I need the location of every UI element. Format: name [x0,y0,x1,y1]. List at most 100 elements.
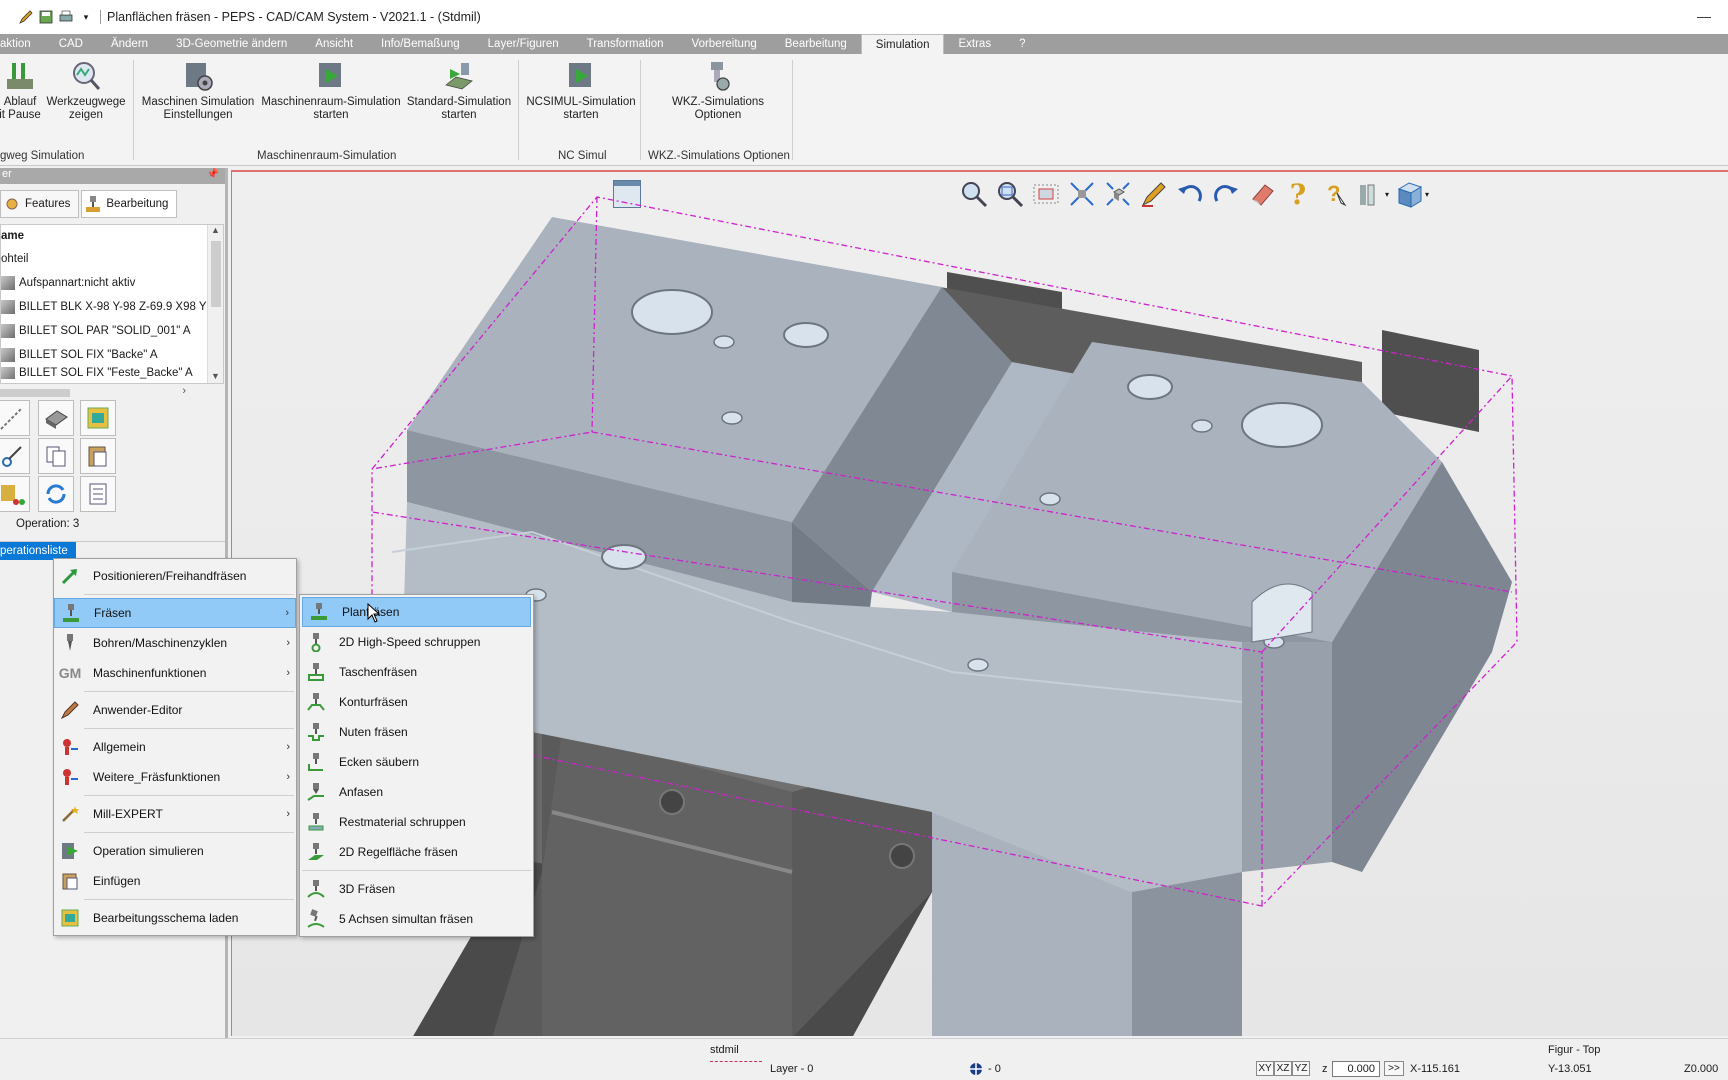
tree-row[interactable]: ohteil [1,247,223,271]
menu-item-einfuegen[interactable]: Einfügen [54,866,296,896]
tree-row[interactable]: BILLET SOL FIX "Feste_Backe" A [1,367,223,379]
submenu-item-konturfraesen[interactable]: Konturfräsen [300,687,533,717]
minimize-button[interactable]: — [1694,6,1714,26]
submenu-item-5-achsen[interactable]: 5 Achsen simultan fräsen [300,904,533,934]
menu-item-label: Einfügen [93,874,141,888]
menu-separator [302,870,531,871]
tab-extras[interactable]: Extras [944,34,1005,54]
menu-item-fraesen[interactable]: Fräsen › [54,598,296,628]
menu-item-operation-simulieren[interactable]: Operation simulieren [54,836,296,866]
tab-bearbeitung-panel[interactable]: Bearbeitung [81,190,178,218]
tree-row-label: BILLET SOL PAR "SOLID_001" A [19,325,191,337]
tab-transformation[interactable]: Transformation [573,34,678,54]
submenu-item-2d-high-speed[interactable]: 2D High-Speed schruppen [300,627,533,657]
load-schema-icon[interactable] [80,400,116,436]
submenu-item-3d-fraesen[interactable]: 3D Fräsen [300,874,533,904]
pause-path-icon [2,58,38,94]
layer-indicator[interactable]: Layer - 0 [770,1063,813,1075]
tab-ansicht[interactable]: Ansicht [301,34,367,54]
tab-bearbeitung[interactable]: Bearbeitung [771,34,861,54]
ribbon-separator [792,60,793,160]
general-function-icon [59,736,81,758]
scroll-down-icon[interactable]: ▼ [211,371,220,381]
copy-icon[interactable] [38,438,74,474]
machine-settings-icon [180,58,216,94]
submenu-item-label: Anfasen [339,785,384,799]
tab-aendern[interactable]: Ändern [97,34,162,54]
werkzeugwege-line1: Werkzeugwege [46,96,126,108]
ncsimul-simulation-starten-button[interactable]: NCSIMUL-Simulation starten [524,58,638,122]
save-disk-icon[interactable] [38,400,74,436]
solid-icon [1,324,15,338]
plane-xz-button[interactable]: XZ [1274,1061,1292,1076]
tab-bearbeitung-label: Bearbeitung [106,198,169,210]
maschinen-simulation-einstellungen-button[interactable]: Maschinen Simulation Einstellungen [138,58,258,122]
list-view-icon[interactable] [80,476,116,512]
paste-icon[interactable] [80,438,116,474]
scroll-right-icon[interactable]: › [182,385,186,397]
ribbon-separator [640,60,641,160]
submenu-item-2d-regelflaeche[interactable]: 2D Regelfläche fräsen [300,837,533,867]
refresh-icon[interactable] [38,476,74,512]
edit-pencil-icon[interactable] [18,9,34,25]
submenu-item-label: Ecken säubern [339,755,420,769]
scroll-up-icon[interactable]: ▲ [211,225,220,235]
apply-z-button[interactable]: >> [1384,1061,1404,1076]
menu-item-positionieren[interactable]: Positionieren/Freihandfräsen [54,561,296,591]
standard-simulation-starten-button[interactable]: Standard-Simulation starten [404,58,514,122]
werkzeugwege-zeigen-button[interactable]: Werkzeugwege zeigen [44,58,128,122]
print-icon[interactable] [58,9,74,25]
tab-layer-figuren[interactable]: Layer/Figuren [474,34,573,54]
pin-icon[interactable]: 📌 [207,169,219,180]
submenu-arrow-icon: › [286,771,290,783]
tab-info-bemassung[interactable]: Info/Bemaßung [367,34,474,54]
wkz-simulations-optionen-button[interactable]: WKZ.-Simulations Optionen [664,58,772,122]
tab-vorbereitung[interactable]: Vorbereitung [678,34,771,54]
tree-horizontal-scrollbar[interactable]: › [0,385,208,400]
submenu-item-restmaterial[interactable]: Restmaterial schruppen [300,807,533,837]
scroll-thumb[interactable] [0,389,70,397]
milling-tool-icon [60,602,82,624]
rest-material-icon [305,811,327,833]
menu-item-bearbeitungsschema-laden[interactable]: Bearbeitungsschema laden [54,903,296,933]
maschinenraum-simulation-starten-button[interactable]: Maschinenraum-Simulation starten [260,58,402,122]
plane-yz-button[interactable]: YZ [1292,1061,1310,1076]
submenu-item-label: Restmaterial schruppen [339,815,466,829]
menu-item-anwender-editor[interactable]: Anwender-Editor [54,695,296,725]
save-icon[interactable] [38,9,54,25]
tab-cad[interactable]: CAD [45,34,97,54]
tab-features[interactable]: Features [0,190,80,218]
quick-access-dropdown-icon[interactable]: ▾ [78,9,94,25]
tab-help[interactable]: ? [1005,34,1039,54]
tree-row[interactable]: Aufspannart:nicht aktiv [1,271,223,295]
ablauf-pause-button[interactable]: Ablauf it Pause [0,58,46,122]
tree-row[interactable]: BILLET SOL PAR "SOLID_001" A [1,319,223,343]
menu-item-weitere-fraesfunktionen[interactable]: Weitere_Fräsfunktionen › [54,762,296,792]
tree-row[interactable]: BILLET BLK X-98 Y-98 Z-69.9 X98 Y11 [1,295,223,319]
tree-vertical-scrollbar[interactable]: ▲ ▼ [207,225,223,383]
scroll-thumb[interactable] [211,241,221,307]
submenu-item-nuten-fraesen[interactable]: Nuten fräsen [300,717,533,747]
scissors-icon[interactable] [0,438,30,474]
ribbon-panel: Ablauf it Pause Werkzeugwege zeigen Masc… [0,54,1728,166]
plane-xy-button[interactable]: XY [1256,1061,1274,1076]
line-style-sample [710,1061,762,1062]
3d-milling-icon [305,878,327,900]
menu-item-maschinenfunktionen[interactable]: GM Maschinenfunktionen › [54,658,296,688]
submenu-item-label: 5 Achsen simultan fräsen [339,912,474,926]
menu-item-allgemein[interactable]: Allgemein › [54,732,296,762]
submenu-item-anfasen[interactable]: Anfasen [300,777,533,807]
contour-milling-icon [305,691,327,713]
submenu-item-planfraesen[interactable]: Planfräsen [302,597,531,627]
line-tool-icon[interactable] [0,400,30,436]
tree-row[interactable]: BILLET SOL FIX "Backe" A [1,343,223,367]
menu-item-mill-expert[interactable]: Mill-EXPERT › [54,799,296,829]
tab-aktion[interactable]: aktion [0,34,45,54]
submenu-item-taschenfraesen[interactable]: Taschenfräsen [300,657,533,687]
z-depth-input[interactable]: 0.000 [1332,1061,1380,1077]
tab-simulation[interactable]: Simulation [860,34,945,54]
menu-item-bohren[interactable]: Bohren/Maschinenzyklen › [54,628,296,658]
submenu-item-ecken-saeubern[interactable]: Ecken säubern [300,747,533,777]
tab-3d-geometrie[interactable]: 3D-Geometrie ändern [162,34,301,54]
operation-color-icon[interactable] [0,476,30,512]
